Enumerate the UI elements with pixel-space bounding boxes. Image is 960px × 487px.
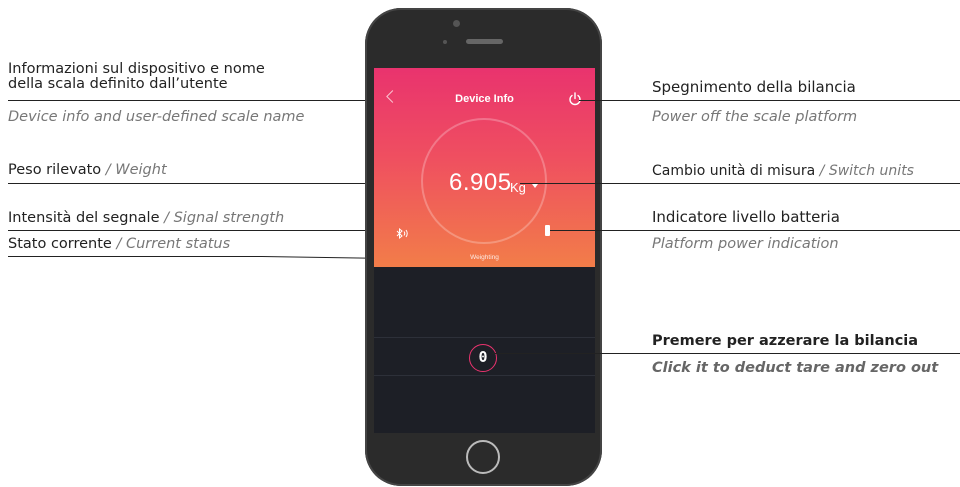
status-annotation-it: Stato corrente — [8, 236, 112, 252]
status-annotation: Stato corrente / Current status — [8, 237, 230, 252]
signal-annotation-en: / Signal strength — [164, 210, 285, 226]
divider — [374, 375, 595, 376]
home-button[interactable] — [466, 440, 500, 474]
app-screen: Device Info 6.905 Kg Weighting 0 — [374, 68, 595, 433]
device-info-title[interactable]: Device Info — [374, 93, 595, 105]
tare-annotation-en: Click it to deduct tare and zero out — [652, 360, 939, 376]
tare-zero-button[interactable]: 0 — [469, 344, 497, 372]
bluetooth-signal-icon — [396, 228, 408, 239]
power-leader-line — [579, 100, 960, 101]
front-camera — [453, 20, 460, 27]
power-annotation-it: Spegnimento della bilancia — [652, 78, 856, 96]
battery-annotation-en: Platform power indication — [652, 236, 839, 252]
tare-annotation-it: Premere per azzerare la bilancia — [652, 333, 919, 349]
status-leader-line-a — [8, 256, 262, 257]
tare-leader-line — [492, 353, 960, 354]
weight-panel: Device Info 6.905 Kg Weighting — [374, 68, 595, 267]
status-annotation-en: / Current status — [116, 236, 231, 252]
units-annotation-en: / Switch units — [819, 163, 914, 179]
device-info-annotation-it-1: Informazioni sul dispositivo e nome — [8, 61, 265, 77]
battery-leader-line — [550, 230, 960, 231]
device-info-annotation-en: Device info and user-defined scale name — [8, 109, 305, 125]
proximity-sensor — [443, 40, 447, 44]
units-leader-line — [520, 183, 960, 184]
earpiece-speaker — [466, 39, 503, 44]
weight-value: 6.905 — [449, 169, 512, 196]
signal-leader-line — [8, 230, 393, 231]
weight-annotation-it: Peso rilevato — [8, 162, 102, 178]
weight-annotation-en: / Weight — [105, 162, 167, 178]
signal-annotation-it: Intensità del segnale — [8, 210, 160, 226]
device-info-annotation-it-2: della scala definito dall’utente — [8, 76, 228, 92]
power-icon[interactable] — [568, 92, 582, 106]
units-annotation: Cambio unità di misura / Switch units — [652, 164, 914, 179]
power-annotation-en: Power off the scale platform — [652, 109, 858, 125]
battery-annotation-it: Indicatore livello batteria — [652, 208, 840, 226]
weight-annotation: Peso rilevato / Weight — [8, 163, 167, 178]
divider — [374, 337, 595, 338]
units-annotation-it: Cambio unità di misura — [652, 163, 816, 179]
status-text: Weighting — [470, 254, 499, 261]
signal-annotation: Intensità del segnale / Signal strength — [8, 211, 284, 226]
chevron-down-icon[interactable] — [532, 184, 538, 188]
